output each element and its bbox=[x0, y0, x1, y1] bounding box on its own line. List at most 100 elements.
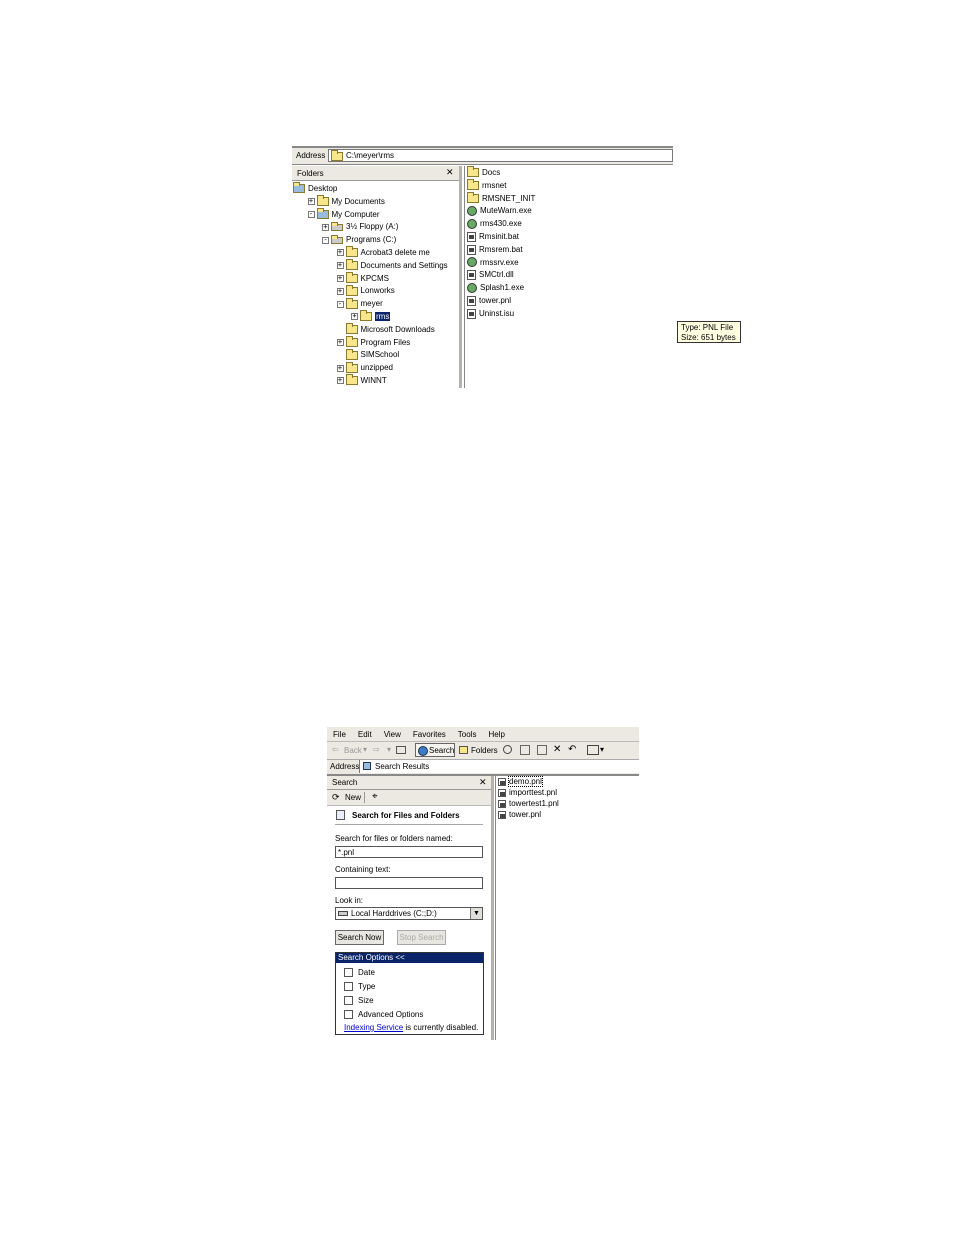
views-dropdown-icon[interactable]: ▾ bbox=[600, 745, 604, 754]
forward-dropdown-icon[interactable]: ▾ bbox=[387, 745, 391, 754]
address-bar: Address C:\meyer\rms bbox=[292, 148, 673, 165]
menu-item-favorites[interactable]: Favorites bbox=[413, 730, 446, 739]
tree-item[interactable]: + KPCMS bbox=[292, 271, 459, 286]
tree-item[interactable]: - My Computer bbox=[292, 207, 459, 222]
tree-item[interactable]: + WINNT bbox=[292, 374, 459, 388]
expand-icon[interactable]: + bbox=[307, 198, 315, 206]
lookin-select[interactable]: Local Harddrives (C:;D:) ▼ bbox=[335, 907, 483, 920]
collapse-icon[interactable]: - bbox=[322, 236, 329, 244]
file-item[interactable]: MuteWarn.exe bbox=[467, 205, 672, 218]
search-address-field[interactable]: Search Results bbox=[359, 760, 640, 773]
move-to-icon[interactable] bbox=[520, 745, 530, 755]
expand-icon[interactable]: + bbox=[336, 274, 344, 282]
menu-item-edit[interactable]: Edit bbox=[358, 730, 372, 739]
tree-item[interactable]: - Programs (C:) bbox=[292, 234, 459, 247]
search-option-label: Type bbox=[358, 982, 376, 991]
menu-item-view[interactable]: View bbox=[384, 730, 401, 739]
copy-to-icon[interactable] bbox=[537, 745, 547, 755]
file-item[interactable]: Splash1.exe bbox=[467, 282, 672, 295]
result-item[interactable]: demo.pnl bbox=[498, 776, 638, 787]
new-search-button[interactable]: New bbox=[345, 793, 361, 802]
indexing-status-text: is currently disabled. bbox=[403, 1023, 479, 1032]
address-field[interactable]: C:\meyer\rms bbox=[328, 149, 673, 162]
file-item[interactable]: Uninst.isu bbox=[467, 308, 672, 321]
expand-icon[interactable]: + bbox=[336, 262, 344, 270]
search-option[interactable]: Date bbox=[344, 966, 479, 980]
search-address-value[interactable]: Search Results bbox=[375, 762, 429, 771]
collapse-icon[interactable]: - bbox=[336, 300, 344, 308]
file-item[interactable]: Rmsrem.bat bbox=[467, 244, 672, 257]
file-item[interactable]: Docs bbox=[467, 166, 672, 180]
stop-search-button[interactable]: Stop Search bbox=[397, 930, 446, 945]
tree-item[interactable]: + Acrobat3 delete me bbox=[292, 246, 459, 260]
dropdown-arrow-icon[interactable]: ▼ bbox=[470, 908, 482, 919]
containing-input[interactable] bbox=[335, 877, 483, 889]
back-button[interactable]: Back bbox=[344, 746, 362, 755]
tree-item[interactable]: +3½ Floppy (A:) bbox=[292, 221, 459, 234]
checkbox[interactable] bbox=[344, 996, 353, 1006]
search-option[interactable]: Advanced Options bbox=[344, 1008, 479, 1022]
file-item[interactable]: rmssrv.exe bbox=[467, 257, 672, 270]
file-item[interactable]: SMCtrl.dll bbox=[467, 269, 672, 282]
search-option[interactable]: Type bbox=[344, 980, 479, 994]
expand-icon[interactable]: + bbox=[336, 249, 344, 257]
tree-item[interactable]: + My Documents bbox=[292, 195, 459, 209]
collapse-icon[interactable]: - bbox=[307, 210, 315, 218]
file-item[interactable]: tower.pnl bbox=[467, 295, 672, 308]
options-icon[interactable]: ⌖ bbox=[372, 791, 378, 802]
file-item[interactable]: Rmsinit.bat bbox=[467, 231, 672, 244]
result-item-label: importtest.pnl bbox=[509, 788, 558, 797]
checkbox[interactable] bbox=[344, 982, 353, 992]
folders-toolbar-button[interactable]: Folders bbox=[471, 746, 498, 755]
named-input[interactable] bbox=[335, 846, 483, 858]
file-item[interactable]: RMSNET_INIT bbox=[467, 191, 672, 206]
undo-icon[interactable]: ↶ bbox=[568, 744, 576, 755]
back-dropdown-icon[interactable]: ▾ bbox=[363, 745, 367, 754]
expand-icon[interactable]: + bbox=[336, 377, 344, 385]
tree-item[interactable]: + Program Files bbox=[292, 335, 459, 350]
menu-item-file[interactable]: File bbox=[333, 730, 346, 739]
file-item[interactable]: rms430.exe bbox=[467, 218, 672, 231]
checkbox[interactable] bbox=[344, 1010, 353, 1020]
tree-item[interactable]: + Documents and Settings bbox=[292, 259, 459, 273]
expand-icon[interactable]: + bbox=[336, 287, 344, 295]
tree-item[interactable]: Microsoft Downloads bbox=[292, 323, 459, 337]
result-item[interactable]: towertest1.pnl bbox=[498, 798, 638, 809]
expand-icon[interactable]: + bbox=[322, 223, 329, 231]
tree-item-label: rms bbox=[375, 311, 391, 321]
address-value[interactable]: C:\meyer\rms bbox=[346, 151, 394, 160]
tree-item[interactable]: + Lonworks bbox=[292, 284, 459, 298]
back-arrow-icon[interactable]: ⇦ bbox=[332, 745, 339, 754]
file-item[interactable]: rmsnet bbox=[467, 179, 672, 193]
floppy-icon bbox=[331, 221, 343, 231]
tree-item[interactable]: + unzipped bbox=[292, 361, 459, 375]
delete-icon[interactable]: ✕ bbox=[553, 744, 561, 755]
expand-icon[interactable]: + bbox=[336, 364, 344, 372]
results-pane: demo.pnl importtest.pnl towertest1.pnl towe… bbox=[495, 776, 639, 1040]
menu-item-help[interactable]: Help bbox=[488, 730, 504, 739]
search-option[interactable]: Size bbox=[344, 994, 479, 1008]
expand-icon[interactable]: + bbox=[351, 313, 358, 321]
tree-item[interactable]: + rms bbox=[292, 310, 459, 324]
result-item[interactable]: tower.pnl bbox=[498, 809, 638, 820]
result-item[interactable]: importtest.pnl bbox=[498, 787, 638, 798]
folders-icon bbox=[459, 746, 468, 754]
expand-icon[interactable]: + bbox=[336, 338, 344, 346]
checkbox[interactable] bbox=[344, 968, 353, 978]
indexing-service-link[interactable]: Indexing Service bbox=[344, 1023, 403, 1032]
up-folder-icon[interactable] bbox=[396, 746, 406, 754]
search-now-button[interactable]: Search Now bbox=[335, 930, 384, 945]
tree-item[interactable]: Desktop bbox=[292, 182, 459, 196]
close-icon[interactable]: ✕ bbox=[479, 777, 487, 788]
history-icon[interactable] bbox=[503, 745, 512, 754]
menu-item-tools[interactable]: Tools bbox=[458, 730, 477, 739]
tree-item[interactable]: SIMSchool bbox=[292, 348, 459, 362]
drive-icon bbox=[331, 234, 343, 244]
tree-item[interactable]: - meyer bbox=[292, 297, 459, 311]
close-icon[interactable]: ✕ bbox=[446, 167, 454, 178]
views-icon[interactable] bbox=[587, 745, 599, 755]
forward-arrow-icon[interactable]: ⇨ bbox=[373, 745, 380, 754]
search-options-header[interactable]: Search Options << bbox=[336, 953, 483, 963]
my-documents-icon bbox=[316, 195, 329, 207]
search-toolbar-button[interactable]: Search bbox=[415, 743, 455, 757]
